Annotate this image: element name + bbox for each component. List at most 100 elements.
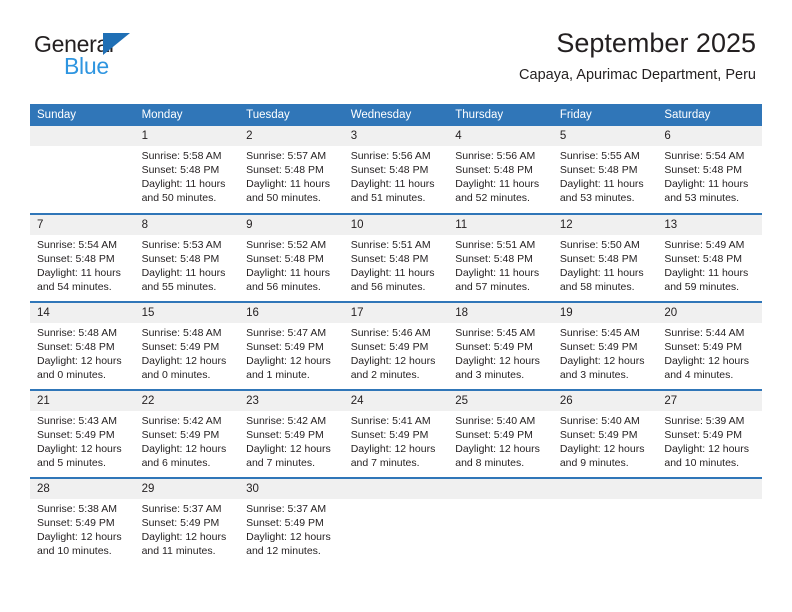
daylight-text-line1: Daylight: 12 hours	[455, 443, 540, 455]
daylight-text-line2: and 3 minutes.	[455, 369, 525, 381]
sunrise-text: Sunrise: 5:49 AM	[664, 239, 745, 251]
sunrise-text: Sunrise: 5:51 AM	[455, 239, 536, 251]
daylight-text-line2: and 12 minutes.	[246, 545, 321, 557]
daylight-text-line1: Daylight: 12 hours	[664, 443, 750, 455]
calendar-day-cell[interactable]: 22 Sunrise: 5:42 AM Sunset: 5:49 PM Dayligh…	[134, 389, 240, 478]
sunset-text: Sunset: 5:49 PM	[455, 341, 533, 353]
day-number: 14	[30, 303, 135, 323]
calendar-day-cell[interactable]: 16 Sunrise: 5:47 AM Sunset: 5:49 PM Dayligh…	[239, 301, 344, 390]
daylight-text-line2: and 59 minutes.	[664, 281, 740, 293]
daylight-text-line2: and 55 minutes.	[141, 281, 217, 293]
sunset-text: Sunset: 5:49 PM	[246, 517, 324, 529]
sunrise-text: Sunrise: 5:37 AM	[246, 503, 327, 515]
day-number: 25	[448, 391, 553, 411]
calendar-day-cell[interactable]: 1 Sunrise: 5:58 AM Sunset: 5:48 PM Daylight…	[134, 126, 240, 214]
daylight-text-line2: and 10 minutes.	[664, 457, 740, 469]
daylight-text-line1: Daylight: 11 hours	[664, 178, 749, 190]
day-cell-inner	[657, 479, 762, 566]
calendar-week-row: 7 Sunrise: 5:54 AM Sunset: 5:48 PM Daylight…	[30, 213, 762, 302]
calendar-day-cell[interactable]: 27 Sunrise: 5:39 AM Sunset: 5:49 PM Dayligh…	[657, 389, 762, 478]
calendar-day-cell[interactable]: 7 Sunrise: 5:54 AM Sunset: 5:48 PM Daylight…	[30, 213, 135, 302]
day-sun-details: Sunrise: 5:37 AM Sunset: 5:49 PM Daylight:…	[239, 499, 344, 558]
calendar-day-cell[interactable]: 17 Sunrise: 5:46 AM Sunset: 5:49 PM Dayligh…	[343, 301, 449, 390]
day-cell-inner: 7 Sunrise: 5:54 AM Sunset: 5:48 PM Daylight…	[30, 215, 135, 301]
day-cell-inner	[448, 479, 553, 566]
day-sun-details: Sunrise: 5:49 AM Sunset: 5:48 PM Daylight:…	[657, 235, 762, 294]
day-sun-details: Sunrise: 5:45 AM Sunset: 5:49 PM Daylight:…	[553, 323, 658, 382]
calendar-day-cell[interactable]: 28 Sunrise: 5:38 AM Sunset: 5:49 PM Dayligh…	[30, 477, 135, 566]
calendar-day-cell[interactable]: 3 Sunrise: 5:56 AM Sunset: 5:48 PM Daylight…	[343, 126, 449, 214]
calendar-day-cell[interactable]: 15 Sunrise: 5:48 AM Sunset: 5:49 PM Dayligh…	[134, 301, 240, 390]
calendar-day-cell[interactable]: 24 Sunrise: 5:41 AM Sunset: 5:49 PM Dayligh…	[343, 389, 449, 478]
sunrise-text: Sunrise: 5:45 AM	[559, 327, 640, 339]
sunset-text: Sunset: 5:49 PM	[455, 429, 533, 441]
daylight-text-line1: Daylight: 11 hours	[455, 267, 540, 279]
day-number: 17	[343, 303, 449, 323]
weekday-header-tuesday: Tuesday	[239, 104, 344, 126]
calendar-page: General Blue September 2025 Capaya, Apur…	[0, 0, 792, 612]
calendar-day-cell[interactable]: 21 Sunrise: 5:43 AM Sunset: 5:49 PM Dayligh…	[30, 389, 135, 478]
day-number: 26	[552, 391, 658, 411]
sunrise-text: Sunrise: 5:42 AM	[141, 415, 222, 427]
calendar-day-cell[interactable]: 2 Sunrise: 5:57 AM Sunset: 5:48 PM Daylight…	[239, 126, 344, 214]
day-sun-details: Sunrise: 5:41 AM Sunset: 5:49 PM Daylight:…	[344, 411, 449, 470]
day-cell-inner: 14 Sunrise: 5:48 AM Sunset: 5:48 PM Dayligh…	[30, 303, 135, 389]
daylight-text-line1: Daylight: 12 hours	[246, 443, 331, 455]
sunset-text: Sunset: 5:48 PM	[350, 253, 429, 265]
sunset-text: Sunset: 5:48 PM	[664, 164, 743, 176]
calendar-day-cell[interactable]: 23 Sunrise: 5:42 AM Sunset: 5:49 PM Dayligh…	[239, 389, 344, 478]
calendar-day-cell[interactable]: 19 Sunrise: 5:45 AM Sunset: 5:49 PM Dayligh…	[552, 301, 658, 390]
calendar-day-cell[interactable]: 6 Sunrise: 5:54 AM Sunset: 5:48 PM Daylight…	[657, 126, 762, 214]
daylight-text-line2: and 3 minutes.	[559, 369, 629, 381]
day-number: 20	[657, 303, 762, 323]
daylight-text-line2: and 56 minutes.	[246, 281, 321, 293]
daylight-text-line2: and 7 minutes.	[246, 457, 316, 469]
weekday-header-thursday: Thursday	[448, 104, 553, 126]
calendar-day-cell[interactable]: 10 Sunrise: 5:51 AM Sunset: 5:48 PM Dayligh…	[343, 213, 449, 302]
calendar-day-cell[interactable]: 30 Sunrise: 5:37 AM Sunset: 5:49 PM Dayligh…	[239, 477, 344, 566]
daylight-text-line1: Daylight: 11 hours	[246, 267, 330, 279]
day-sun-details: Sunrise: 5:51 AM Sunset: 5:48 PM Daylight:…	[448, 235, 553, 294]
sunset-text: Sunset: 5:48 PM	[350, 164, 429, 176]
sunrise-text: Sunrise: 5:56 AM	[350, 150, 431, 162]
sunrise-text: Sunrise: 5:46 AM	[350, 327, 431, 339]
sunset-text: Sunset: 5:48 PM	[37, 253, 115, 265]
sunset-text: Sunset: 5:48 PM	[141, 253, 220, 265]
calendar-day-cell[interactable]: 18 Sunrise: 5:45 AM Sunset: 5:49 PM Dayligh…	[448, 301, 553, 390]
sunrise-text: Sunrise: 5:38 AM	[37, 503, 117, 515]
calendar-day-cell[interactable]: 20 Sunrise: 5:44 AM Sunset: 5:49 PM Dayligh…	[657, 301, 762, 390]
calendar-day-cell[interactable]: 14 Sunrise: 5:48 AM Sunset: 5:48 PM Dayligh…	[30, 301, 135, 390]
calendar-day-cell[interactable]: 25 Sunrise: 5:40 AM Sunset: 5:49 PM Dayligh…	[448, 389, 553, 478]
day-number: 10	[343, 215, 449, 235]
calendar-day-cell[interactable]: 29 Sunrise: 5:37 AM Sunset: 5:49 PM Dayligh…	[134, 477, 240, 566]
daylight-text-line1: Daylight: 12 hours	[37, 355, 122, 367]
sunset-text: Sunset: 5:49 PM	[141, 517, 220, 529]
calendar-day-cell[interactable]: 12 Sunrise: 5:50 AM Sunset: 5:48 PM Dayligh…	[552, 213, 658, 302]
day-cell-inner: 3 Sunrise: 5:56 AM Sunset: 5:48 PM Daylight…	[343, 126, 449, 213]
calendar-day-cell[interactable]: 5 Sunrise: 5:55 AM Sunset: 5:48 PM Daylight…	[552, 126, 658, 214]
day-number: 15	[134, 303, 240, 323]
sunrise-text: Sunrise: 5:53 AM	[141, 239, 222, 251]
calendar-week-row: 28 Sunrise: 5:38 AM Sunset: 5:49 PM Dayligh…	[30, 477, 762, 566]
daylight-text-line2: and 58 minutes.	[559, 281, 635, 293]
sunrise-text: Sunrise: 5:40 AM	[559, 415, 640, 427]
day-number: 23	[239, 391, 344, 411]
day-sun-details: Sunrise: 5:56 AM Sunset: 5:48 PM Daylight:…	[344, 146, 449, 205]
day-number: 11	[448, 215, 553, 235]
daylight-text-line1: Daylight: 12 hours	[141, 443, 227, 455]
calendar-day-cell[interactable]: 9 Sunrise: 5:52 AM Sunset: 5:48 PM Daylight…	[239, 213, 344, 302]
day-sun-details: Sunrise: 5:40 AM Sunset: 5:49 PM Daylight:…	[553, 411, 658, 470]
day-number	[552, 479, 658, 499]
day-sun-details: Sunrise: 5:46 AM Sunset: 5:49 PM Daylight:…	[344, 323, 449, 382]
calendar-day-cell[interactable]: 13 Sunrise: 5:49 AM Sunset: 5:48 PM Dayligh…	[657, 213, 762, 302]
calendar-day-cell[interactable]: 8 Sunrise: 5:53 AM Sunset: 5:48 PM Daylight…	[134, 213, 240, 302]
calendar-day-cell[interactable]: 11 Sunrise: 5:51 AM Sunset: 5:48 PM Dayligh…	[448, 213, 553, 302]
day-cell-inner: 2 Sunrise: 5:57 AM Sunset: 5:48 PM Daylight…	[239, 126, 344, 213]
calendar-day-cell[interactable]: 4 Sunrise: 5:56 AM Sunset: 5:48 PM Daylight…	[448, 126, 553, 214]
sunset-text: Sunset: 5:49 PM	[246, 341, 324, 353]
calendar-day-cell[interactable]: 26 Sunrise: 5:40 AM Sunset: 5:49 PM Dayligh…	[552, 389, 658, 478]
sunset-text: Sunset: 5:49 PM	[246, 429, 324, 441]
daylight-text-line1: Daylight: 11 hours	[455, 178, 540, 190]
daylight-text-line1: Daylight: 11 hours	[246, 178, 330, 190]
day-sun-details: Sunrise: 5:48 AM Sunset: 5:48 PM Daylight:…	[30, 323, 135, 382]
